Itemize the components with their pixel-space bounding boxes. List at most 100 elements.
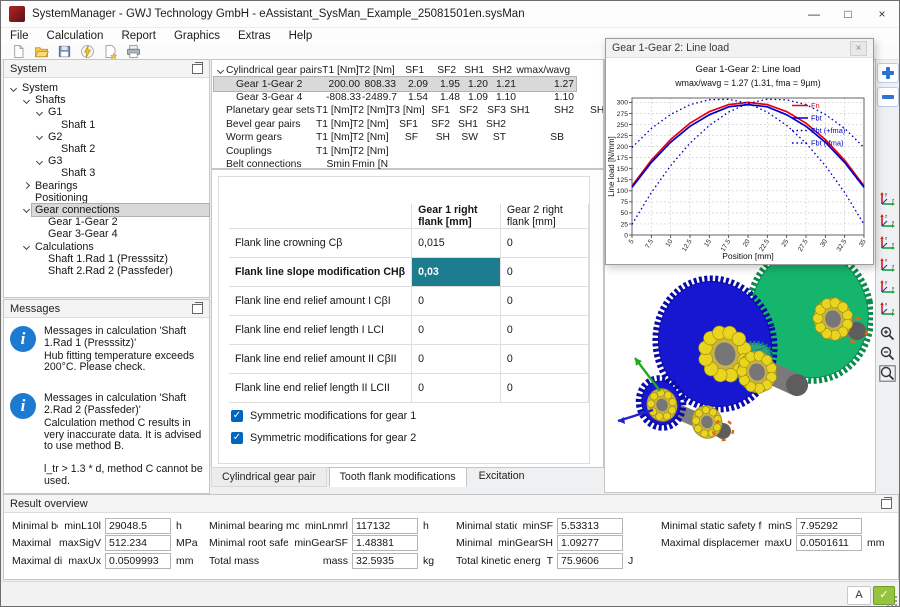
tree-item-shaft-2-rad-2-passfeder-[interactable]: Shaft 2.Rad 2 (Passfeder) [4,265,209,277]
float-panel-icon[interactable] [192,301,203,314]
tree-item-shafts[interactable]: Shafts [4,94,209,106]
cell: SW [461,132,478,144]
chevron-down-icon[interactable] [34,157,45,165]
mod-col-empty [229,204,412,229]
checkbox-icon[interactable]: ✓ [231,432,243,444]
chevron-down-icon[interactable] [21,96,32,104]
calculate-lightning-icon[interactable] [76,44,99,59]
view-zx-icon[interactable]: zx [879,235,896,252]
tab-cylindrical-gear-pair[interactable]: Cylindrical gear pair [211,467,327,487]
tree-item-gear-connections[interactable]: Gear connections [4,202,210,217]
checkbox-icon[interactable]: ✓ [231,410,243,422]
result-symbol: minLnmrl [304,519,348,532]
view-yx-icon[interactable]: yx [879,279,896,296]
chevron-down-icon[interactable] [34,133,45,141]
mod-value-cell[interactable]: 0,03 [411,257,501,287]
chevron-down-icon[interactable] [8,84,19,92]
mod-value-cell[interactable]: 0 [411,373,501,403]
view-xz-icon[interactable]: xz [879,257,896,274]
float-panel-icon[interactable] [881,496,892,509]
tree-item-gear-1-gear-2[interactable]: Gear 1-Gear 2 [4,216,209,228]
tab-excitation[interactable]: Excitation [469,467,535,485]
chevron-right-icon[interactable] [21,182,32,190]
tree-item-label: Positioning [35,191,88,204]
view-zy-icon[interactable]: zy [879,213,896,230]
zoom-in-plus-icon[interactable] [877,63,899,83]
report-page-icon[interactable] [99,44,122,59]
menu-graphics[interactable]: Graphics [165,30,229,42]
minimize-button[interactable]: — [797,1,831,27]
zoom-fit-icon[interactable] [879,365,896,382]
tree-item-shaft-2[interactable]: Shaft 2 [4,143,209,155]
tree-item-shaft-1[interactable]: Shaft 1 [4,119,209,131]
cell: 1.27 [553,78,574,90]
close-button[interactable]: × [865,1,899,27]
symmetric-checkbox-gear1[interactable]: ✓ Symmetric modifications for gear 1 [231,410,416,422]
cell: SH1 [509,105,530,117]
cell: 808.33 [364,78,397,90]
tab-tooth-flank-modifications[interactable]: Tooth flank modifications [328,467,467,487]
svg-text:10: 10 [665,238,675,248]
open-folder-icon[interactable] [30,44,53,59]
chevron-down-icon[interactable] [34,108,45,117]
result-unit: J [628,554,634,567]
row-gear-1-gear-2[interactable]: Gear 1-Gear 2 200.00 808.33 2.09 1.95 1.20 1.2… [213,76,577,92]
magnify-minus-icon[interactable] [879,345,896,362]
line-load-window-titlebar[interactable]: Gear 1-Gear 2: Line load × [606,39,873,58]
float-panel-icon[interactable] [192,61,203,74]
result-symbol: minS [768,519,792,532]
result-column: Minimal bearing modified reference life m… [209,517,449,570]
tree-item-shaft-3[interactable]: Shaft 3 [4,167,209,179]
view-yz-icon[interactable]: yz [879,191,896,208]
mod-value-cell[interactable]: 0 [499,373,590,403]
tree-item-positioning[interactable]: Positioning [4,192,209,204]
chevron-down-icon[interactable] [21,242,32,251]
maximize-button[interactable]: □ [831,1,865,27]
tree-item-g3[interactable]: G3 [4,155,209,167]
mod-value-cell[interactable]: 0 [499,344,590,374]
tree-item-shaft-1-rad-1-presssitz-[interactable]: Shaft 1.Rad 1 (Presssitz) [4,253,209,265]
mod-value-cell[interactable]: 0 [499,228,590,258]
tree-item-g2[interactable]: G2 [4,131,209,143]
mod-value-cell[interactable]: 0 [411,344,501,374]
mod-value-cell[interactable]: 0 [411,315,501,345]
view-xy-icon[interactable]: xy [879,301,896,318]
print-icon[interactable] [122,44,145,59]
zoom-out-minus-icon[interactable] [877,87,899,107]
messages-panel-title: Messages [10,302,61,315]
mod-value-cell[interactable]: 0 [499,315,590,345]
tree-item-bearings[interactable]: Bearings [4,180,209,192]
system-panel-title: System [10,62,47,75]
resize-grip[interactable] [887,596,897,606]
menu-help[interactable]: Help [280,30,322,42]
tree-item-system[interactable]: System [4,82,209,94]
svg-text:12.5: 12.5 [681,238,694,253]
group-worm-gears[interactable]: Worm gears T1 [Nm] T2 [Nm] SF SH SW ST SB [214,131,566,144]
mod-value-cell[interactable]: 0,015 [411,228,501,258]
tree-item-g1[interactable]: G1 [4,106,209,118]
symmetric-checkbox-gear2[interactable]: ✓ Symmetric modifications for gear 2 [231,432,416,444]
svg-text:175: 175 [617,155,629,162]
menu-file[interactable]: File [1,30,38,42]
group-cylindrical-gear-pairs[interactable]: Cylindrical gear pairs T1 [Nm] T2 [Nm] SF1 S… [214,64,572,77]
mod-value-cell[interactable]: 0 [499,286,590,316]
group-couplings[interactable]: Couplings T1 [Nm] T2 [Nm] [214,144,388,157]
magnify-plus-icon[interactable] [879,325,896,342]
group-planetary-gear-sets[interactable]: Planetary gear sets T1 [Nm] T2 [Nm] T3 [Nm]… [214,104,603,117]
menu-report[interactable]: Report [112,30,165,42]
tree-item-gear-3-gear-4[interactable]: Gear 3-Gear 4 [4,228,209,240]
chevron-down-icon[interactable] [214,67,226,75]
menu-extras[interactable]: Extras [229,30,280,42]
new-document-icon[interactable] [7,44,30,59]
save-icon[interactable] [53,44,76,59]
menu-calculation[interactable]: Calculation [38,30,113,42]
row-gear-3-gear-4[interactable]: Gear 3-Gear 4 -808.33 -2489.7 1.54 1.48 1.09 1… [214,91,576,104]
mod-value-cell[interactable]: 0 [411,286,501,316]
chevron-down-icon[interactable] [21,206,32,214]
group-bevel-gear-pairs[interactable]: Bevel gear pairs T1 [Nm] T2 [Nm] SF1 SF2 SH1 S… [214,118,508,131]
close-icon[interactable]: × [850,40,867,56]
mod-value-cell[interactable]: 0 [499,257,590,287]
tree-item-calculations[interactable]: Calculations [4,240,209,253]
status-a-button[interactable]: A [847,586,871,605]
svg-text:150: 150 [617,166,629,173]
